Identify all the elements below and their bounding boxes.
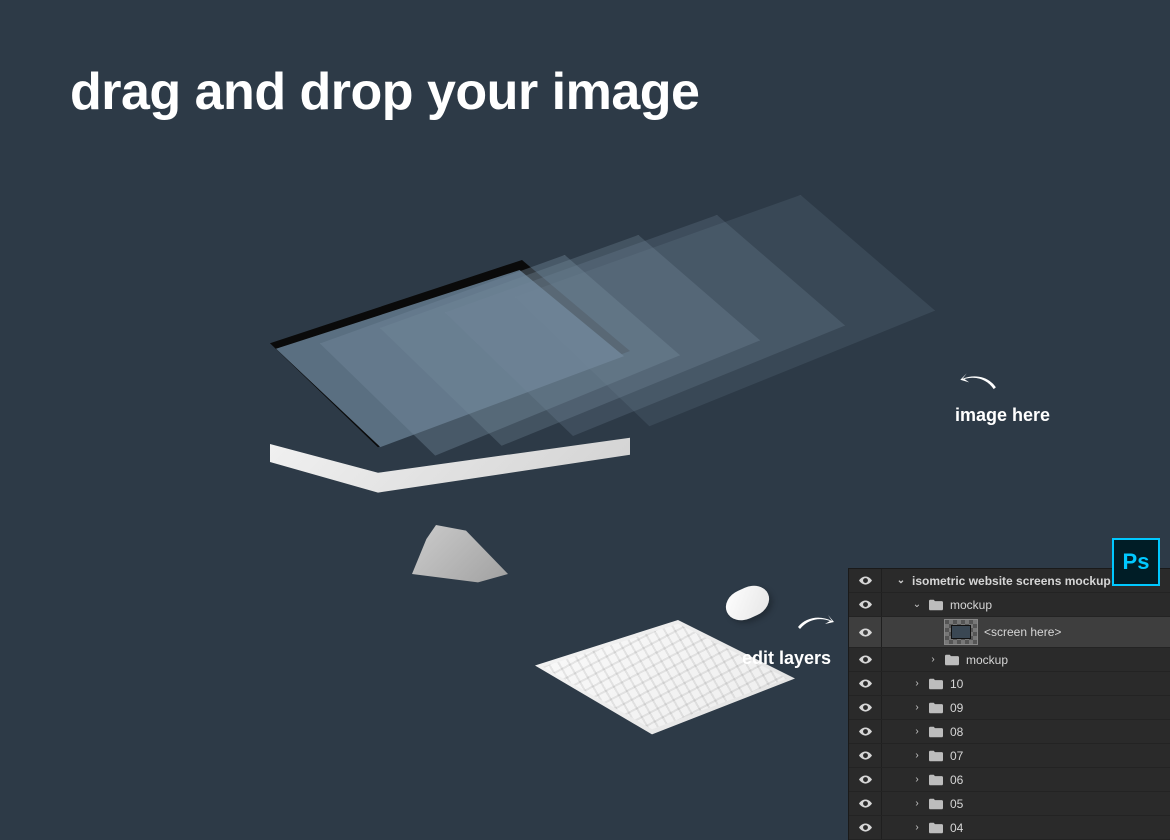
photoshop-icon: Ps (1112, 538, 1160, 586)
mockup-scene (50, 140, 950, 780)
visibility-eye-icon[interactable] (857, 820, 873, 836)
folder-icon (928, 701, 944, 715)
layer-label[interactable]: 04 (950, 821, 963, 835)
panel-divider (881, 816, 882, 839)
panel-divider (881, 648, 882, 671)
folder-icon (928, 749, 944, 763)
layer-label[interactable]: isometric website screens mockup (912, 574, 1111, 588)
chevron-right-icon[interactable]: › (912, 822, 922, 833)
folder-icon (928, 725, 944, 739)
visibility-eye-icon[interactable] (857, 748, 873, 764)
layer-label[interactable]: <screen here> (984, 625, 1061, 639)
layer-row[interactable]: <screen here> (849, 617, 1170, 648)
layer-row[interactable]: › mockup (849, 648, 1170, 672)
layer-thumbnail[interactable] (944, 619, 978, 645)
folder-icon (928, 821, 944, 835)
panel-divider (881, 768, 882, 791)
visibility-eye-icon[interactable] (857, 597, 873, 613)
visibility-eye-icon[interactable] (857, 772, 873, 788)
visibility-eye-icon[interactable] (857, 676, 873, 692)
layer-label[interactable]: 09 (950, 701, 963, 715)
folder-icon (928, 773, 944, 787)
panel-divider (881, 569, 882, 592)
layer-label[interactable]: 07 (950, 749, 963, 763)
callout-image-here: image here (955, 405, 1050, 426)
panel-divider (881, 744, 882, 767)
visibility-eye-icon[interactable] (857, 624, 873, 640)
layer-label[interactable]: mockup (950, 598, 992, 612)
chevron-right-icon[interactable]: › (912, 750, 922, 761)
visibility-eye-icon[interactable] (857, 796, 873, 812)
panel-divider (881, 792, 882, 815)
panel-divider (881, 672, 882, 695)
chevron-right-icon[interactable]: › (912, 702, 922, 713)
arrow-right-icon (796, 613, 836, 639)
headline-text: drag and drop your image (70, 62, 699, 122)
visibility-eye-icon[interactable] (857, 700, 873, 716)
panel-divider (881, 593, 882, 616)
layer-row[interactable]: › 05 (849, 792, 1170, 816)
imac-stand (400, 525, 520, 595)
folder-icon (928, 677, 944, 691)
panel-divider (881, 720, 882, 743)
folder-icon (944, 653, 960, 667)
visibility-eye-icon[interactable] (857, 724, 873, 740)
layer-label[interactable]: 10 (950, 677, 963, 691)
chevron-down-icon[interactable]: ⌄ (896, 575, 906, 586)
layer-row[interactable]: › 06 (849, 768, 1170, 792)
folder-icon (928, 797, 944, 811)
chevron-right-icon[interactable]: › (912, 798, 922, 809)
layer-row[interactable]: › 09 (849, 696, 1170, 720)
panel-divider (881, 696, 882, 719)
mouse-mockup (721, 580, 774, 626)
visibility-eye-icon[interactable] (857, 573, 873, 589)
arrow-left-icon (957, 371, 999, 400)
layer-row[interactable]: › 08 (849, 720, 1170, 744)
layer-thumbnail-inner (951, 625, 971, 639)
panel-divider (881, 617, 882, 647)
chevron-right-icon[interactable]: › (928, 654, 938, 665)
layers-panel[interactable]: ⌄ isometric website screens mockup ⌄ mockup… (848, 568, 1170, 840)
layer-row[interactable]: › 10 (849, 672, 1170, 696)
chevron-right-icon[interactable]: › (912, 774, 922, 785)
folder-icon (928, 598, 944, 612)
layer-row[interactable]: ⌄ mockup (849, 593, 1170, 617)
callout-edit-layers: edit layers (742, 648, 831, 669)
chevron-down-icon[interactable]: ⌄ (912, 599, 922, 610)
visibility-eye-icon[interactable] (857, 652, 873, 668)
layer-label[interactable]: 08 (950, 725, 963, 739)
layer-row[interactable]: › 07 (849, 744, 1170, 768)
layer-label[interactable]: mockup (966, 653, 1008, 667)
layer-row[interactable]: › 04 (849, 816, 1170, 840)
layer-label[interactable]: 06 (950, 773, 963, 787)
chevron-right-icon[interactable]: › (912, 726, 922, 737)
layer-label[interactable]: 05 (950, 797, 963, 811)
chevron-right-icon[interactable]: › (912, 678, 922, 689)
